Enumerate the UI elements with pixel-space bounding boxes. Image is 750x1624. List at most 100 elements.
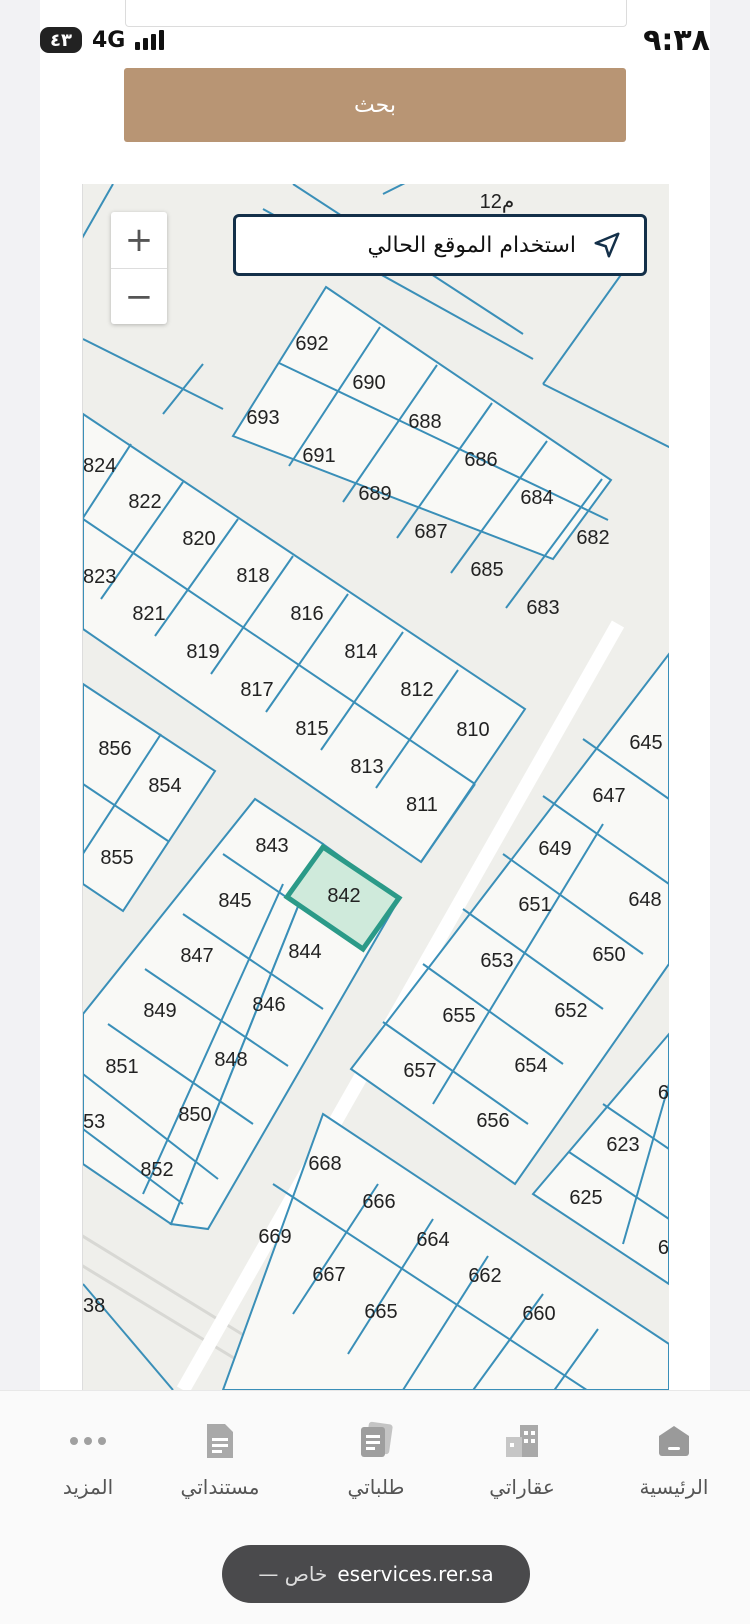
plot-number: 693 [246,407,279,429]
plot-number: 855 [100,847,133,869]
bottom-navigation: المزيد مستنداتي طلباتي عقاراتي الرئيسية … [0,1390,750,1624]
network-type: 4G [91,27,126,53]
plot-number: 852 [140,1159,173,1181]
plot-number: 668 [308,1153,341,1175]
nav-more[interactable]: المزيد [18,1419,158,1499]
plot-number: 814 [344,641,377,663]
plot-number: 850 [178,1104,211,1126]
plot-number: 651 [518,894,551,916]
plot-number: 816 [290,603,323,625]
plot-number: 846 [252,994,285,1016]
map-view[interactable]: 692 690 688 686 684 682 693 691 689 687 … [82,184,669,1390]
plot-number: 645 [629,732,662,754]
plot-number: 655 [442,1005,475,1027]
plot-number: 625 [569,1187,602,1209]
status-left: ٤٣ 4G [40,27,165,53]
nav-label: طلباتي [347,1475,405,1499]
plot-number: 6 [658,1237,669,1259]
plot-number: 823 [83,566,116,588]
plot-number: 647 [592,785,625,807]
nav-requests[interactable]: طلباتي [306,1419,446,1499]
plot-number: 849 [143,1000,176,1022]
plot-number: 820 [182,528,215,550]
plot-number: 690 [352,372,385,394]
nav-home[interactable]: الرئيسية [604,1419,744,1499]
clock: ٩:٣٨ [643,22,710,58]
plot-number: 851 [105,1056,138,1078]
use-current-location-button[interactable]: استخدام الموقع الحالي [233,214,647,276]
plot-number: 682 [576,527,609,549]
plot-number: 665 [364,1301,397,1323]
plot-number: 691 [302,445,335,467]
plot-number: 664 [416,1229,449,1251]
plot-number: 688 [408,411,441,433]
nav-label: مستنداتي [180,1475,260,1499]
plot-number: 648 [628,889,661,911]
plot-number: 656 [476,1110,509,1132]
plot-number: 623 [606,1134,639,1156]
status-bar: ٤٣ 4G ٩:٣٨ [0,0,750,80]
plot-number: 666 [362,1191,395,1213]
plot-number: 821 [132,603,165,625]
plot-number: 53 [83,1111,105,1133]
plot-number: 819 [186,641,219,663]
plot-number: 810 [456,719,489,741]
plot-number: 848 [214,1049,247,1071]
battery-indicator: ٤٣ [40,27,82,53]
plot-number: 844 [288,941,321,963]
url-private-label: — خاص [258,1562,328,1586]
plot-number: 813 [350,756,383,778]
home-icon [604,1419,744,1463]
nav-label: المزيد [62,1475,114,1499]
plot-number: 815 [295,718,328,740]
nav-label: الرئيسية [639,1475,709,1499]
zoom-out-button[interactable]: − [111,269,167,325]
zoom-in-button[interactable]: + [111,212,167,269]
zoom-control: + − [111,212,167,324]
plot-number: 811 [406,794,438,816]
more-icon [18,1419,158,1463]
location-button-label: استخدام الموقع الحالي [367,232,576,258]
buildings-icon [452,1419,592,1463]
plot-number: 667 [312,1264,345,1286]
plot-number: 660 [522,1303,555,1325]
plot-number: 38 [83,1295,105,1317]
plot-number: 845 [218,890,251,912]
nav-properties[interactable]: عقاراتي [452,1419,592,1499]
plot-number: 824 [83,455,116,477]
plot-number: 692 [295,333,328,355]
plot-number: 687 [414,521,447,543]
plot-number: 686 [464,449,497,471]
browser-url-bar[interactable]: — خاص eservices.rer.sa [222,1545,530,1603]
navigation-arrow-icon [594,232,620,258]
plot-number: 654 [514,1055,547,1077]
plot-number: 843 [255,835,288,857]
document-icon [150,1419,290,1463]
plot-number: 854 [148,775,181,797]
plot-number: 856 [98,738,131,760]
street-label: 12م [480,191,515,213]
selected-plot-number: 842 [327,885,360,907]
plot-number: 847 [180,945,213,967]
plot-number: 669 [258,1226,291,1248]
nav-label: عقاراتي [489,1475,555,1499]
plot-number: 653 [480,950,513,972]
signal-icon [135,30,165,50]
nav-documents[interactable]: مستنداتي [150,1419,290,1499]
plot-number: 662 [468,1265,501,1287]
plot-number: 649 [538,838,571,860]
url-text: eservices.rer.sa [337,1562,494,1586]
plot-number: 650 [592,944,625,966]
requests-icon [306,1419,446,1463]
plot-number: 652 [554,1000,587,1022]
plot-number: 657 [403,1060,436,1082]
plot-number: 812 [400,679,433,701]
plot-number: 822 [128,491,161,513]
plot-number: 818 [236,565,269,587]
plot-number: 817 [240,679,273,701]
plot-number: 683 [526,597,559,619]
plot-number: 685 [470,559,503,581]
plot-number: 684 [520,487,553,509]
plot-map[interactable]: 692 690 688 686 684 682 693 691 689 687 … [83,184,669,1390]
plot-number: 6 [658,1082,669,1104]
